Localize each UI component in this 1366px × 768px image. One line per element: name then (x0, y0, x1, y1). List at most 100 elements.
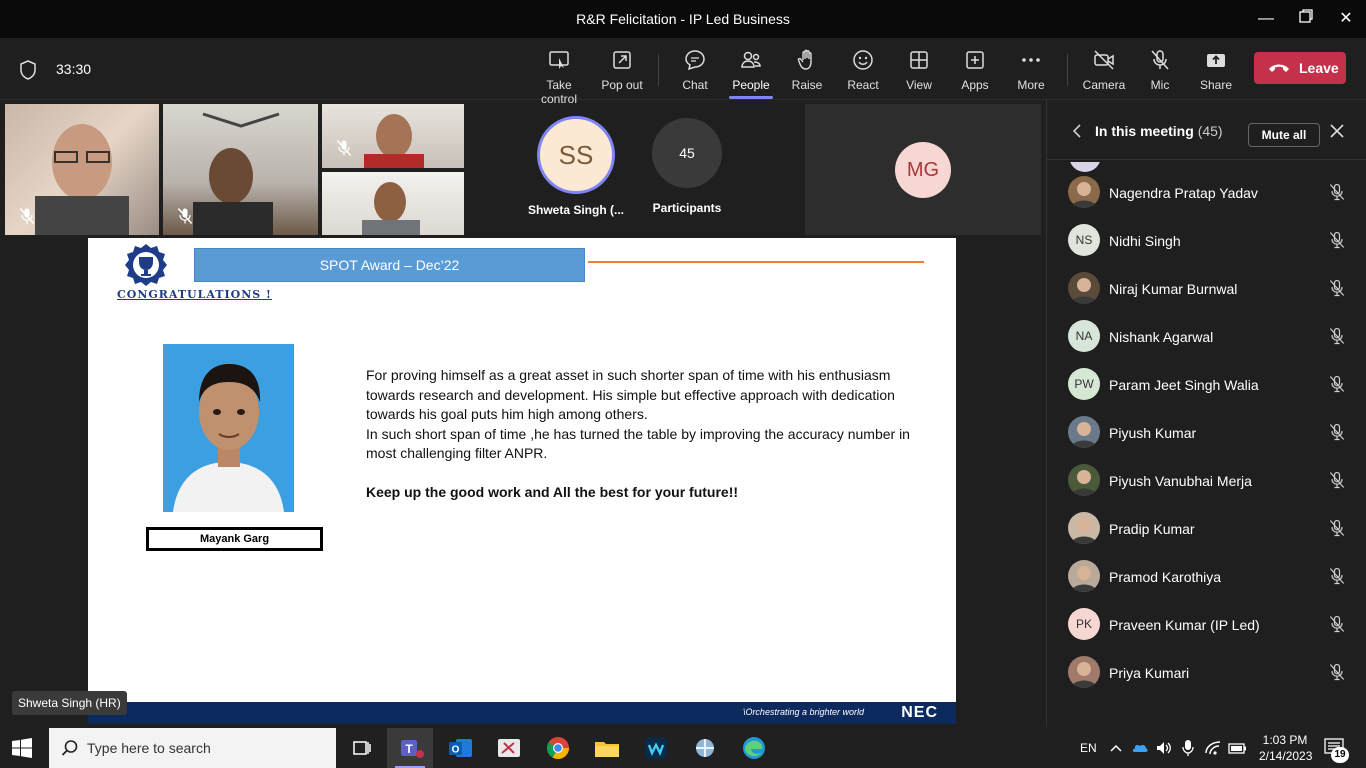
mic-off-icon[interactable] (1327, 662, 1347, 682)
more-label: More (1017, 78, 1045, 92)
participant-list-item[interactable]: NS Nidhi Singh (1047, 216, 1366, 264)
participant-list-item[interactable]: Pramod Karothiya (1047, 552, 1366, 600)
teams-taskbar-item[interactable]: T (387, 728, 433, 768)
people-label: People (732, 78, 770, 92)
participant-name: Nidhi Singh (1109, 233, 1181, 249)
video-tile[interactable] (322, 172, 464, 235)
participant-list-item[interactable]: Piyush Kumar (1047, 408, 1366, 456)
participant-avatar (1068, 272, 1100, 304)
mic-off-icon[interactable] (1327, 230, 1347, 250)
apps-button[interactable]: Apps (945, 48, 1005, 92)
speaker-avatar[interactable]: SS (537, 116, 615, 194)
people-button[interactable]: People (721, 48, 781, 99)
participant-avatar (1068, 416, 1100, 448)
video-tile[interactable]: MG (805, 104, 1041, 235)
close-window-button[interactable]: ✕ (1335, 8, 1357, 30)
pop-out-button[interactable]: Pop out (592, 48, 652, 92)
participants-count-badge[interactable]: 45 (652, 118, 722, 188)
mic-off-icon[interactable] (1327, 374, 1347, 394)
minimize-button[interactable]: — (1255, 8, 1277, 30)
video-tile[interactable] (322, 104, 464, 168)
participant-list-item[interactable]: Nagendra Pratap Yadav (1047, 168, 1366, 216)
toolbar-divider (658, 54, 659, 86)
chevron-up-icon[interactable] (1110, 743, 1122, 753)
microphone-icon[interactable] (1181, 739, 1195, 757)
participant-list-item[interactable]: Niraj Kumar Burnwal (1047, 264, 1366, 312)
restore-button[interactable] (1295, 8, 1317, 30)
mic-off-icon[interactable] (1327, 518, 1347, 538)
citation-closing: Keep up the good work and All the best f… (366, 484, 739, 500)
mic-off-icon[interactable] (1327, 614, 1347, 634)
take-control-button[interactable]: Take control (529, 48, 589, 106)
more-button[interactable]: More (1001, 48, 1061, 92)
task-view-icon[interactable] (347, 733, 377, 763)
participant-name: Pradip Kumar (1109, 521, 1195, 537)
participant-list-item[interactable]: Pradip Kumar (1047, 504, 1366, 552)
mic-off-icon[interactable] (1327, 326, 1347, 346)
chat-button[interactable]: Chat (665, 48, 725, 92)
outlook-icon[interactable]: O (446, 733, 476, 763)
close-icon[interactable] (1330, 124, 1344, 138)
clock-time: 1:03 PM (1262, 733, 1308, 747)
meeting-toolbar: 33:30 Take control Pop out Chat People R… (0, 38, 1366, 106)
mic-off-icon[interactable] (1327, 278, 1347, 298)
share-label: Share (1199, 78, 1233, 92)
mic-off-icon[interactable] (1327, 566, 1347, 586)
chat-label: Chat (682, 78, 708, 92)
volume-icon[interactable] (1155, 739, 1173, 757)
participant-list-item[interactable]: NA Nishank Agarwal (1047, 312, 1366, 360)
mic-button[interactable]: Mic (1130, 48, 1190, 92)
taskbar-search-input[interactable]: Type here to search (49, 728, 336, 768)
mic-off-icon[interactable] (1327, 470, 1347, 490)
onedrive-icon[interactable] (1131, 740, 1149, 754)
wifi-icon[interactable] (1204, 739, 1222, 757)
ellipsis-icon (1001, 48, 1061, 74)
battery-icon[interactable] (1227, 740, 1247, 756)
chrome-icon[interactable] (543, 733, 573, 763)
mic-off-icon[interactable] (1327, 182, 1347, 202)
camera-button[interactable]: Camera (1074, 48, 1134, 92)
congratulations-heading: CONGRATULATIONS ! (117, 288, 272, 301)
toolbar-divider (1067, 54, 1068, 86)
camera-off-icon (1074, 48, 1134, 74)
share-button[interactable]: Share (1186, 48, 1246, 92)
participant-avatar (1068, 176, 1100, 208)
hand-icon (777, 48, 837, 74)
participant-list-item[interactable]: Priya Kumari (1047, 648, 1366, 696)
snipping-tool-icon[interactable] (494, 733, 524, 763)
participant-list-item[interactable]: PK Praveen Kumar (IP Led) (1047, 600, 1366, 648)
citation-text: For proving himself as a great asset in … (366, 366, 926, 503)
windows-taskbar: Type here to search T O EN 1:03 PM 2/14/… (0, 728, 1366, 768)
participant-list-item[interactable]: PW Param Jeet Singh Walia (1047, 360, 1366, 408)
leave-button[interactable]: Leave (1254, 52, 1346, 84)
view-button[interactable]: View (889, 48, 949, 92)
nec-logo: NEC (901, 704, 938, 721)
file-explorer-icon[interactable] (592, 733, 622, 763)
windows-start-icon[interactable] (12, 738, 32, 758)
mute-all-button[interactable]: Mute all (1248, 123, 1320, 147)
participant-list-item[interactable]: Piyush Vanubhai Merja (1047, 456, 1366, 504)
panel-header: In this meeting (45) Mute all (1047, 100, 1366, 160)
edge-icon[interactable] (739, 733, 769, 763)
chevron-left-icon[interactable] (1071, 124, 1083, 138)
video-tile[interactable] (163, 104, 318, 235)
awardee-name: Mayank Garg (146, 527, 323, 551)
teams-icon: T (401, 740, 424, 758)
react-label: React (847, 78, 879, 92)
slide-banner: SPOT Award – Dec’22 (194, 248, 585, 282)
raise-hand-button[interactable]: Raise (777, 48, 837, 92)
webex-icon[interactable] (641, 733, 671, 763)
footer-tagline: \Orchestrating a brighter world (742, 707, 864, 717)
panel-title: In this meeting (45) (1095, 123, 1223, 139)
smiley-icon (833, 48, 893, 74)
participant-video (362, 182, 420, 235)
participants-panel: In this meeting (45) Mute all Nagendra P… (1046, 100, 1366, 727)
app-icon[interactable] (690, 733, 720, 763)
react-button[interactable]: React (833, 48, 893, 92)
award-logo-icon (125, 244, 167, 286)
language-indicator[interactable]: EN (1080, 728, 1097, 768)
taskbar-clock[interactable]: 1:03 PM 2/14/2023 (1259, 732, 1312, 764)
video-tile[interactable] (5, 104, 159, 235)
mic-off-icon[interactable] (1327, 422, 1347, 442)
participant-name: Praveen Kumar (IP Led) (1109, 617, 1260, 633)
